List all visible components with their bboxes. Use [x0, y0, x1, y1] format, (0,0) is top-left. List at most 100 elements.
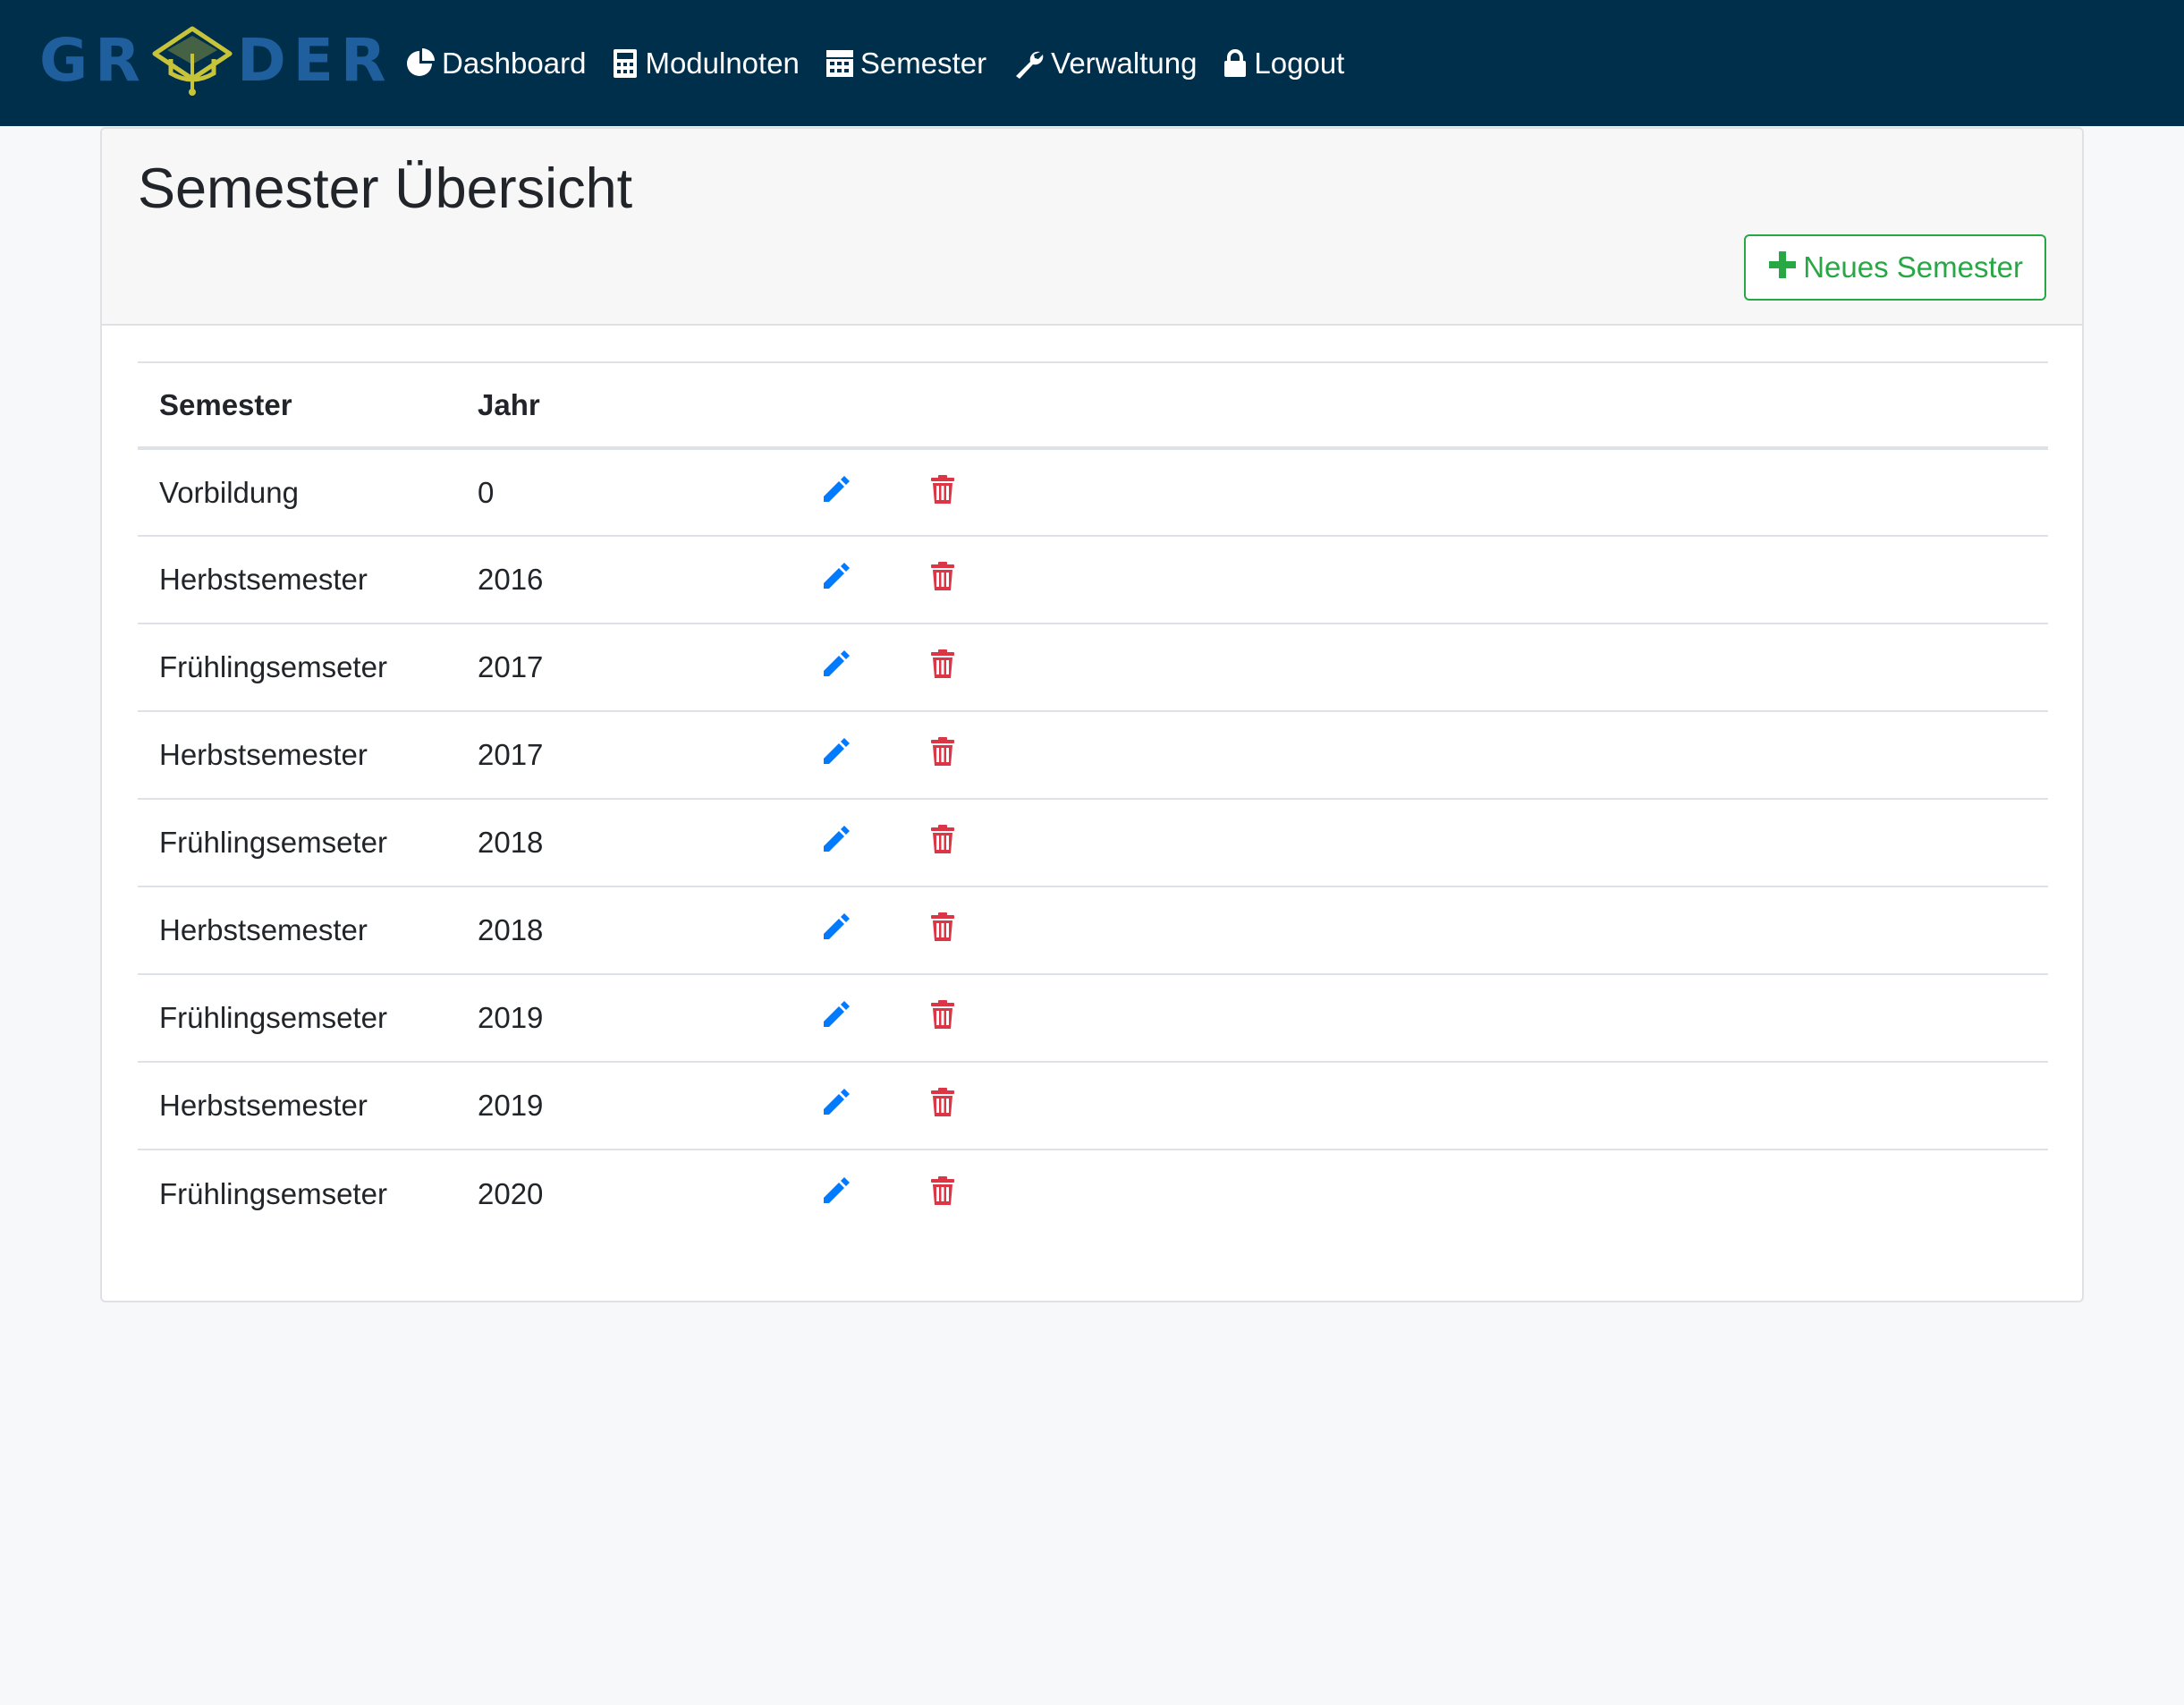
- trash-icon: [931, 1175, 954, 1205]
- cell-edit: [800, 711, 909, 800]
- cell-delete: [909, 711, 2048, 800]
- nav-item-modulnoten[interactable]: Modulnoten: [613, 46, 800, 81]
- edit-button[interactable]: [821, 1175, 851, 1206]
- table-row: Frühlingsemseter 2018: [138, 799, 2048, 887]
- cell-edit: [800, 886, 909, 975]
- top-navbar: GR DER Dashboard Modulnoten Semester Ver…: [0, 0, 2184, 126]
- edit-button[interactable]: [821, 561, 851, 591]
- cell-year: 2019: [456, 1062, 800, 1150]
- cell-semester: Herbstsemester: [138, 1062, 456, 1150]
- table-row: Herbstsemester 2016: [138, 536, 2048, 624]
- cell-delete: [909, 886, 2048, 975]
- trash-icon: [931, 737, 954, 766]
- delete-button[interactable]: [930, 824, 955, 854]
- edit-button[interactable]: [821, 474, 851, 505]
- cell-year: 2017: [456, 711, 800, 800]
- table-header-row: Semester Jahr: [138, 361, 2048, 450]
- header-edit: [800, 361, 909, 450]
- page-title: Semester Übersicht: [138, 157, 633, 220]
- cell-delete: [909, 799, 2048, 887]
- pencil-icon: [824, 738, 850, 764]
- cell-semester: Frühlingsemseter: [159, 1176, 387, 1210]
- nav-item-label: Semester: [859, 46, 987, 80]
- table-row: Vorbildung 0: [138, 448, 2048, 537]
- cell-edit: [800, 1149, 909, 1237]
- edit-button[interactable]: [821, 912, 851, 942]
- cell-delete: [909, 448, 2048, 537]
- table-body: Vorbildung 0 Herbstsemester 2016 Frühlin…: [138, 448, 2048, 1237]
- trash-icon: [931, 912, 954, 941]
- delete-button[interactable]: [930, 1087, 955, 1117]
- cell-delete: [909, 1062, 2048, 1150]
- plus-icon: [1767, 248, 1798, 287]
- cell-edit: [800, 536, 909, 624]
- delete-button[interactable]: [930, 912, 955, 942]
- table-row: Frühlingsemseter 2017: [138, 623, 2048, 712]
- table-row: Herbstsemester 2019: [138, 1062, 2048, 1150]
- graduation-cap-icon: [149, 23, 235, 98]
- pencil-icon: [824, 1176, 850, 1203]
- cell-edit: [800, 448, 909, 537]
- nav-item-dashboard[interactable]: Dashboard: [404, 47, 586, 81]
- trash-icon: [931, 649, 954, 678]
- nav-item-label: Verwaltung: [1051, 46, 1198, 80]
- semester-card: Semester Übersicht Neues Semester Semest…: [100, 127, 2084, 1302]
- cell-year: 2016: [456, 536, 800, 624]
- edit-button[interactable]: [821, 736, 851, 767]
- delete-button[interactable]: [930, 736, 955, 767]
- table-row: Frühlingsemseter 2020: [138, 1149, 2048, 1237]
- cell-year: 2019: [456, 974, 800, 1063]
- wrench-icon: [1016, 51, 1044, 79]
- nav-item-semester[interactable]: Semester: [825, 46, 987, 81]
- semester-table: Semester Jahr Vorbildung 0 Herbstsemeste…: [138, 361, 2048, 1237]
- nav-item-verwaltung[interactable]: Verwaltung: [1013, 47, 1197, 81]
- cell-semester: Frühlingsemseter: [138, 974, 456, 1063]
- header-semester: Semester: [138, 361, 456, 450]
- cell-delete: [909, 536, 2048, 624]
- table-row: Herbstsemester 2018: [138, 886, 2048, 975]
- cell-semester: Vorbildung: [138, 448, 456, 537]
- cell-edit: [800, 623, 909, 712]
- cell-delete: [909, 974, 2048, 1063]
- cell-edit: [800, 974, 909, 1063]
- trash-icon: [931, 1000, 954, 1029]
- table-row: Herbstsemester 2017: [138, 711, 2048, 800]
- new-semester-button[interactable]: Neues Semester: [1744, 234, 2046, 301]
- cell-semester: Herbstsemester: [138, 886, 456, 975]
- cell-semester: Herbstsemester: [138, 536, 456, 624]
- nav-item-label: Modulnoten: [645, 46, 800, 80]
- main-nav: Dashboard Modulnoten Semester Verwaltung…: [404, 0, 1371, 126]
- header-jahr: Jahr: [456, 361, 800, 450]
- cell-year: 2018: [456, 886, 800, 975]
- pencil-icon: [824, 913, 850, 939]
- edit-button[interactable]: [821, 824, 851, 854]
- delete-button[interactable]: [930, 561, 955, 591]
- cell-year: 2017: [456, 623, 800, 712]
- delete-button[interactable]: [930, 649, 955, 679]
- cell-semester: Frühlingsemseter: [138, 799, 456, 887]
- delete-button[interactable]: [930, 999, 955, 1030]
- edit-button[interactable]: [821, 999, 851, 1030]
- delete-button[interactable]: [930, 1175, 955, 1206]
- pencil-icon: [824, 1001, 850, 1027]
- trash-icon: [931, 474, 954, 504]
- edit-button[interactable]: [821, 1087, 851, 1117]
- trash-icon: [931, 1088, 954, 1116]
- nav-item-logout[interactable]: Logout: [1223, 47, 1344, 81]
- cell-semester: Herbstsemester: [138, 711, 456, 800]
- table-row: Frühlingsemseter 2019: [138, 974, 2048, 1063]
- trash-icon: [931, 825, 954, 853]
- brand-logo-text-right: DER: [237, 26, 394, 95]
- pencil-icon: [824, 650, 850, 676]
- lock-icon: [1224, 48, 1247, 77]
- card-header: Semester Übersicht Neues Semester: [102, 129, 2082, 326]
- new-semester-label: Neues Semester: [1803, 250, 2023, 284]
- cell-edit: [800, 1062, 909, 1150]
- pie-chart-icon: [407, 47, 435, 76]
- pencil-icon: [824, 826, 850, 852]
- nav-item-label: Dashboard: [442, 46, 587, 80]
- edit-button[interactable]: [821, 649, 851, 679]
- brand-logo[interactable]: GR DER: [39, 23, 394, 98]
- cell-year: 2020: [478, 1176, 544, 1210]
- delete-button[interactable]: [930, 474, 955, 505]
